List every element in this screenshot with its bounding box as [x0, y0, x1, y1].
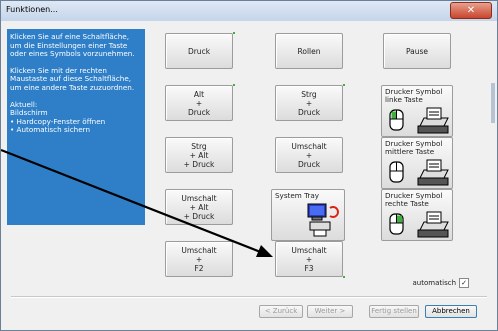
key-alt-druck-button[interactable]: Alt + Druck	[165, 84, 235, 121]
help-text-2: Klicken Sie mit der rechten Maustaste au…	[10, 65, 135, 92]
key-label: +	[305, 98, 313, 108]
key-label: +	[305, 150, 313, 160]
key-label: Rollen	[297, 46, 321, 56]
key-umschalt-f2-button[interactable]: Umschalt + F2	[165, 241, 233, 277]
finish-button[interactable]: Fertig stellen	[369, 305, 419, 318]
key-umschalt-alt-druck-button[interactable]: Umschalt + Alt + Druck	[165, 189, 233, 225]
automatic-checkbox-row[interactable]: automatisch ✓	[413, 278, 469, 288]
key-label: Strg	[301, 89, 317, 99]
key-label: +	[195, 98, 203, 108]
assigned-indicator	[343, 84, 345, 86]
key-label: Druck	[297, 159, 321, 169]
automatic-checkbox[interactable]: ✓	[459, 278, 469, 288]
assigned-indicator	[233, 32, 235, 34]
current-assignment: Aktuell: Bildschirm • Hardcopy-Fenster ö…	[10, 100, 142, 135]
window-title: Funktionen...	[6, 5, 58, 14]
system-tray-button[interactable]: System Tray	[271, 189, 345, 241]
printer-middle-button[interactable]: Drucker Symbol mittlere Taste	[381, 137, 453, 189]
current-line: • Automatisch sichern	[10, 125, 91, 135]
funktionen-dialog: Funktionen... ✕ Klicken Sie auf eine Sch…	[0, 0, 498, 331]
assigned-indicator	[343, 276, 345, 278]
key-label: Umschalt	[181, 193, 217, 203]
key-label: F2	[194, 263, 204, 273]
key-label: +	[195, 254, 203, 264]
key-label: Druck	[187, 107, 211, 117]
key-label: + Alt	[189, 150, 209, 160]
help-panel: Klicken Sie auf eine Schaltfläche, um di…	[7, 29, 145, 225]
key-label: F3	[304, 263, 314, 273]
key-strg-druck-button[interactable]: Strg + Druck	[275, 84, 345, 121]
footer-divider	[11, 296, 487, 298]
key-label: Strg	[191, 141, 207, 151]
key-label: Druck	[187, 46, 211, 56]
key-label: +	[305, 254, 313, 264]
close-icon: ✕	[466, 5, 476, 16]
next-button[interactable]: Weiter >	[307, 305, 353, 318]
system-tray-icon	[307, 203, 339, 237]
help-text-1: Klicken Sie auf eine Schaltfläche, um di…	[10, 32, 135, 59]
printer-left-button[interactable]: Drucker Symbol linke Taste	[381, 85, 453, 137]
mouse-left-printer-icon	[389, 107, 449, 134]
key-pause-button[interactable]: Pause	[383, 33, 451, 69]
title-bar[interactable]: Funktionen... ✕	[1, 1, 497, 21]
mouse-middle-printer-icon	[389, 159, 449, 186]
assigned-indicator	[233, 84, 235, 86]
key-label: Umschalt	[291, 141, 327, 151]
panel-scrollbar[interactable]	[491, 83, 495, 123]
mouse-right-printer-icon	[389, 211, 449, 238]
key-label: Umschalt	[181, 245, 217, 255]
key-umschalt-f3-button[interactable]: Umschalt + F3	[275, 241, 345, 278]
close-button[interactable]: ✕	[450, 2, 492, 19]
cancel-button[interactable]: Abbrechen	[425, 305, 477, 318]
key-druck-button[interactable]: Druck	[165, 32, 235, 69]
key-label: Pause	[405, 46, 429, 56]
key-label: + Druck	[183, 211, 215, 221]
back-button[interactable]: < Zurück	[259, 305, 303, 318]
key-button-grid: Druck Rollen Pause Alt + Druck Strg + Dr…	[157, 29, 461, 299]
key-label: Umschalt	[291, 245, 327, 255]
key-rollen-button[interactable]: Rollen	[275, 33, 343, 69]
key-label: Druck	[297, 107, 321, 117]
key-label: + Alt	[189, 202, 209, 212]
dialog-client: Klicken Sie auf eine Schaltfläche, um di…	[5, 23, 495, 326]
automatic-label: automatisch	[412, 279, 456, 287]
key-umschalt-druck-button[interactable]: Umschalt + Druck	[275, 137, 343, 173]
key-label: Alt	[193, 89, 205, 99]
key-label: + Druck	[183, 159, 215, 169]
printer-right-button[interactable]: Drucker Symbol rechte Taste	[381, 189, 453, 241]
key-strg-alt-druck-button[interactable]: Strg + Alt + Druck	[165, 137, 233, 173]
